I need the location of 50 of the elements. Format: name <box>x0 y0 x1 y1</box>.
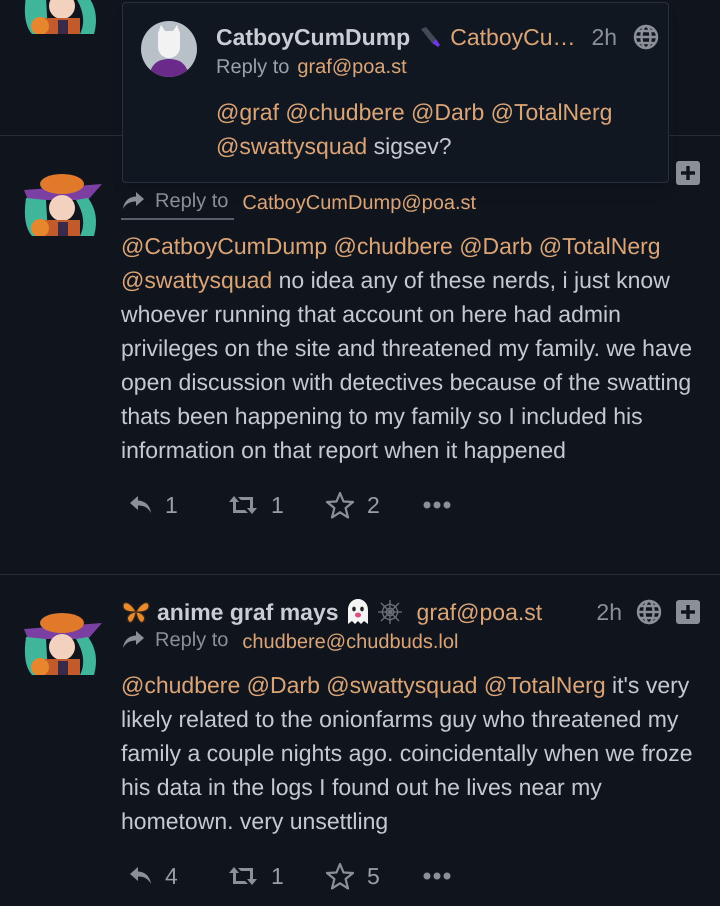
mention-link[interactable]: @Darb <box>246 672 320 698</box>
mention-link[interactable]: @CatboyCumDump <box>121 233 328 259</box>
mention-link[interactable]: @swattysquad <box>216 133 368 159</box>
more-button[interactable] <box>423 872 451 880</box>
boost-icon <box>227 866 259 886</box>
mention-link[interactable]: @chudbere <box>285 99 405 125</box>
boost-button[interactable]: 1 <box>227 858 325 894</box>
mention-link[interactable]: @Darb <box>459 233 532 259</box>
mention-link[interactable]: @TotalNerg <box>490 99 612 125</box>
mention-link[interactable]: @TotalNerg <box>484 672 606 698</box>
post-time[interactable]: 2h <box>592 20 618 54</box>
post-text: @chudbere @Darb @swattysquad @TotalNerg it's very likely related to the onionfarms guy who threatened my family a couple nights ago. coincidentally when we froze his data in the logs I found out he lives near my hometown. very unsettling <box>121 671 694 836</box>
reply-arrow-icon <box>129 866 153 886</box>
star-icon <box>325 491 355 519</box>
reply-to-label: Reply to <box>216 55 290 80</box>
mention-link[interactable]: @TotalNerg <box>538 233 661 259</box>
mention-link[interactable]: @Darb <box>411 99 484 125</box>
mention-link[interactable]: @graf <box>216 99 279 125</box>
reply-arrow-icon <box>121 630 145 650</box>
reply-to-link[interactable]: CatboyCumDump@poa.st <box>242 188 476 218</box>
spider-web-icon <box>376 599 403 625</box>
globe-icon <box>633 24 660 50</box>
reply-arrow-icon <box>129 495 153 515</box>
reply-to-link[interactable]: graf@poa.st <box>297 52 407 82</box>
post-text: @graf @chudbere @Darb @TotalNerg @swattysquad sigsev? <box>216 98 614 161</box>
reply-arrow-icon <box>121 191 145 211</box>
boost-icon <box>227 495 259 515</box>
plus-icon[interactable] <box>676 600 700 624</box>
author-handle[interactable]: graf@poa.st <box>416 594 542 630</box>
author-handle[interactable]: CatboyCu… <box>450 20 576 54</box>
reply-to-label[interactable]: Reply to <box>121 186 234 220</box>
more-button[interactable] <box>423 501 451 509</box>
post-text: @CatboyCumDump @chudbere @Darb @TotalNerg @swattysquad no idea any of these nerds, i just know whoever running that account on here had admin privileges on the site and threatened my family. we have open discussion with detectives because of the swatting thats been happening to my family so I included his information on that report when it happened <box>121 232 694 465</box>
star-icon <box>325 862 355 890</box>
boost-button[interactable]: 1 <box>227 488 325 522</box>
mention-link[interactable]: @swattysquad <box>121 267 272 293</box>
reply-button[interactable]: 1 <box>129 488 227 522</box>
author-name[interactable]: CatboyCumDump <box>216 20 410 54</box>
mention-link[interactable]: @swattysquad <box>326 672 478 698</box>
reply-button[interactable]: 4 <box>129 858 227 894</box>
plus-icon[interactable] <box>676 161 700 185</box>
flashlight-icon <box>418 25 442 49</box>
butterfly-icon <box>121 600 151 624</box>
reply-to-link[interactable]: chudbere@chudbuds.lol <box>242 627 458 657</box>
mention-link[interactable]: @chudbere <box>121 672 240 698</box>
globe-icon <box>636 599 662 625</box>
favorite-button[interactable]: 2 <box>325 488 423 522</box>
favorite-button[interactable]: 5 <box>325 858 423 894</box>
mention-link[interactable]: @chudbere <box>334 233 453 259</box>
post-time[interactable]: 2h <box>596 594 622 630</box>
